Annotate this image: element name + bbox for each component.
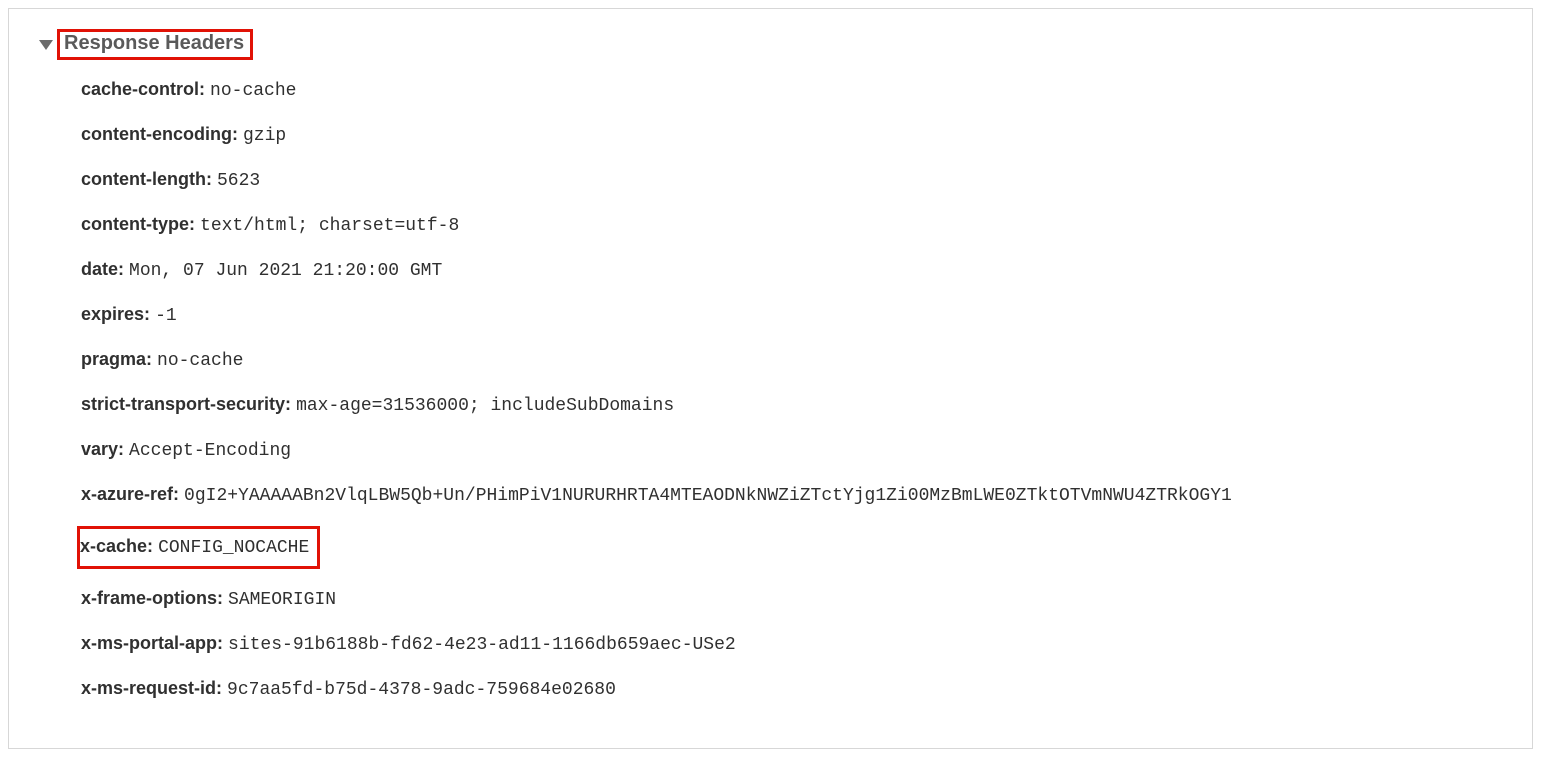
headers-panel: Response Headers cache-control: no-cache…: [8, 8, 1533, 749]
header-name: x-ms-portal-app:: [81, 633, 223, 653]
header-row-content-length: content-length: 5623: [81, 166, 1508, 195]
caret-down-icon: [39, 40, 53, 50]
section-title: Response Headers: [64, 32, 244, 54]
headers-list: cache-control: no-cache content-encoding…: [81, 76, 1508, 704]
header-name: strict-transport-security:: [81, 394, 291, 414]
header-value: -1: [155, 306, 177, 326]
header-row-x-ms-request-id: x-ms-request-id: 9c7aa5fd-b75d-4378-9adc…: [81, 675, 1508, 704]
header-row-x-cache: x-cache: CONFIG_NOCACHE: [81, 526, 1508, 569]
header-name: date:: [81, 259, 124, 279]
header-name: x-frame-options:: [81, 588, 223, 608]
header-value: SAMEORIGIN: [228, 590, 336, 610]
header-row-expires: expires: -1: [81, 301, 1508, 330]
header-value: Mon, 07 Jun 2021 21:20:00 GMT: [129, 261, 442, 281]
header-value: text/html; charset=utf-8: [200, 216, 459, 236]
header-value: no-cache: [157, 351, 243, 371]
x-cache-highlight: x-cache: CONFIG_NOCACHE: [77, 526, 320, 569]
header-name: cache-control:: [81, 79, 205, 99]
header-row-cache-control: cache-control: no-cache: [81, 76, 1508, 105]
header-row-content-type: content-type: text/html; charset=utf-8: [81, 211, 1508, 240]
header-name: pragma:: [81, 349, 152, 369]
header-name: x-ms-request-id:: [81, 678, 222, 698]
header-value: sites-91b6188b-fd62-4e23-ad11-1166db659a…: [228, 635, 736, 655]
header-value: no-cache: [210, 81, 296, 101]
header-name: x-azure-ref:: [81, 484, 179, 504]
header-name: vary:: [81, 439, 124, 459]
header-value: CONFIG_NOCACHE: [158, 538, 309, 558]
header-name: expires:: [81, 304, 150, 324]
header-value: max-age=31536000; includeSubDomains: [296, 396, 674, 416]
header-name: x-cache:: [80, 536, 153, 556]
response-headers-section-heading[interactable]: Response Headers: [39, 29, 1508, 60]
header-row-date: date: Mon, 07 Jun 2021 21:20:00 GMT: [81, 256, 1508, 285]
header-value: 0gI2+YAAAAABn2VlqLBW5Qb+Un/PHimPiV1NURUR…: [184, 486, 1232, 506]
header-row-x-ms-portal-app: x-ms-portal-app: sites-91b6188b-fd62-4e2…: [81, 630, 1508, 659]
header-row-x-frame-options: x-frame-options: SAMEORIGIN: [81, 585, 1508, 614]
header-value: gzip: [243, 126, 286, 146]
header-row-content-encoding: content-encoding: gzip: [81, 121, 1508, 150]
header-value: 5623: [217, 171, 260, 191]
section-title-highlight: Response Headers: [57, 29, 253, 60]
header-name: content-type:: [81, 214, 195, 234]
header-row-x-azure-ref: x-azure-ref: 0gI2+YAAAAABn2VlqLBW5Qb+Un/…: [81, 481, 1508, 510]
header-row-vary: vary: Accept-Encoding: [81, 436, 1508, 465]
header-value: 9c7aa5fd-b75d-4378-9adc-759684e02680: [227, 680, 616, 700]
header-value: Accept-Encoding: [129, 441, 291, 461]
header-name: content-length:: [81, 169, 212, 189]
header-row-pragma: pragma: no-cache: [81, 346, 1508, 375]
header-name: content-encoding:: [81, 124, 238, 144]
header-row-strict-transport-security: strict-transport-security: max-age=31536…: [81, 391, 1508, 420]
